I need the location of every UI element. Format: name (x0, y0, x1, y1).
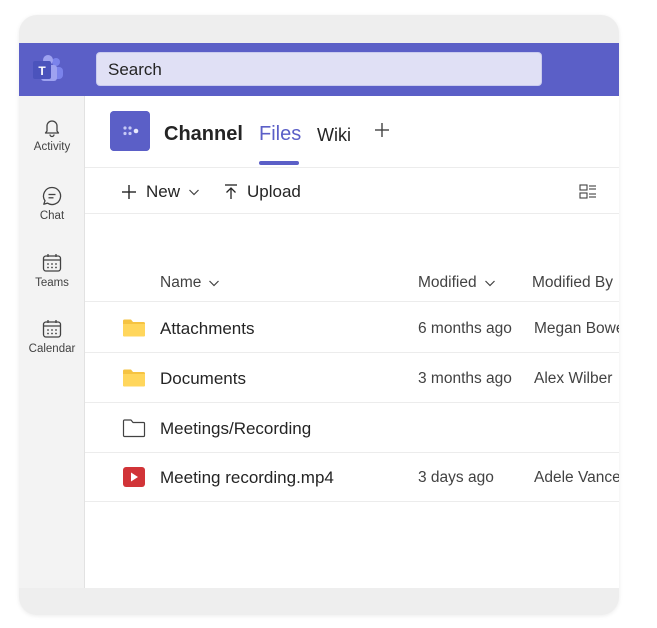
file-name: Meetings/Recording (160, 419, 312, 438)
column-modified-by[interactable]: Modified By (532, 274, 619, 292)
rail-label-teams: Teams (35, 277, 69, 289)
file-modified: 6 months ago (418, 320, 512, 337)
view-options-icon[interactable] (579, 183, 597, 201)
teams-icon (42, 254, 62, 272)
svg-text:T: T (38, 64, 46, 78)
rail-item-teams[interactable]: Teams (19, 252, 85, 289)
channel-title: Channel (164, 123, 243, 145)
app-rail: Activity Chat Teams Calendar (19, 96, 85, 588)
calendar-icon (42, 320, 62, 338)
file-name: Attachments (160, 319, 255, 338)
file-modified-by: Megan Bowen (534, 320, 619, 337)
column-modified[interactable]: Modified (418, 274, 496, 292)
title-bar: T Search (19, 43, 619, 96)
folder-icon (123, 319, 145, 337)
table-row[interactable]: Attachments 6 months ago Megan Bowen (85, 303, 619, 353)
chevron-down-icon (189, 189, 199, 196)
active-tab-indicator (259, 161, 299, 165)
tab-wiki[interactable]: Wiki (317, 125, 351, 146)
file-list-header: Name Modified Modified By (85, 264, 619, 302)
chevron-down-icon (484, 280, 495, 287)
file-name: Documents (160, 369, 246, 388)
chat-icon (42, 186, 62, 206)
file-modified: 3 months ago (418, 370, 512, 387)
column-name[interactable]: Name (160, 274, 220, 292)
channel-avatar-icon (110, 111, 150, 151)
teams-logo-icon[interactable]: T (29, 54, 67, 84)
rail-label-calendar: Calendar (28, 343, 76, 355)
upload-icon (225, 184, 237, 199)
new-button-label: New (146, 182, 181, 201)
file-modified: 3 days ago (418, 469, 494, 486)
file-modified-by: Adele Vance (534, 469, 619, 486)
chevron-down-icon (209, 280, 220, 287)
rail-label-chat: Chat (39, 210, 65, 222)
table-row[interactable]: Meetings/Recording (85, 403, 619, 453)
search-input[interactable]: Search (96, 52, 542, 86)
main-content: Channel Files Wiki New Upload Name Modif… (85, 96, 619, 588)
add-tab-icon[interactable] (372, 120, 392, 140)
file-name: Meeting recording.mp4 (160, 468, 334, 487)
upload-button[interactable]: Upload (224, 182, 301, 202)
bell-icon (44, 120, 60, 138)
new-button[interactable]: New (121, 182, 200, 202)
file-modified-by: Alex Wilber (534, 370, 613, 387)
files-toolbar: New Upload (85, 168, 619, 214)
plus-icon (122, 185, 136, 199)
folder-outline-icon (122, 419, 146, 438)
upload-button-label: Upload (247, 182, 301, 201)
table-row[interactable]: Meeting recording.mp4 3 days ago Adele V… (85, 452, 619, 502)
column-modified-by-label: Modified By (532, 274, 613, 291)
video-file-icon (123, 467, 145, 487)
column-name-label: Name (160, 274, 202, 291)
channel-header: Channel Files Wiki (85, 96, 619, 168)
tab-files[interactable]: Files (259, 123, 301, 146)
window-frame: T Search Activity Chat Teams Calendar Ch… (19, 15, 619, 615)
rail-item-chat[interactable]: Chat (19, 185, 85, 222)
search-placeholder: Search (108, 60, 162, 79)
table-row[interactable]: Documents 3 months ago Alex Wilber (85, 353, 619, 403)
teams-app: T Search Activity Chat Teams Calendar Ch… (19, 43, 619, 588)
rail-label-activity: Activity (33, 141, 71, 153)
column-modified-label: Modified (418, 274, 477, 291)
rail-item-calendar[interactable]: Calendar (19, 318, 85, 355)
folder-icon (123, 369, 145, 387)
rail-item-activity[interactable]: Activity (19, 118, 85, 153)
